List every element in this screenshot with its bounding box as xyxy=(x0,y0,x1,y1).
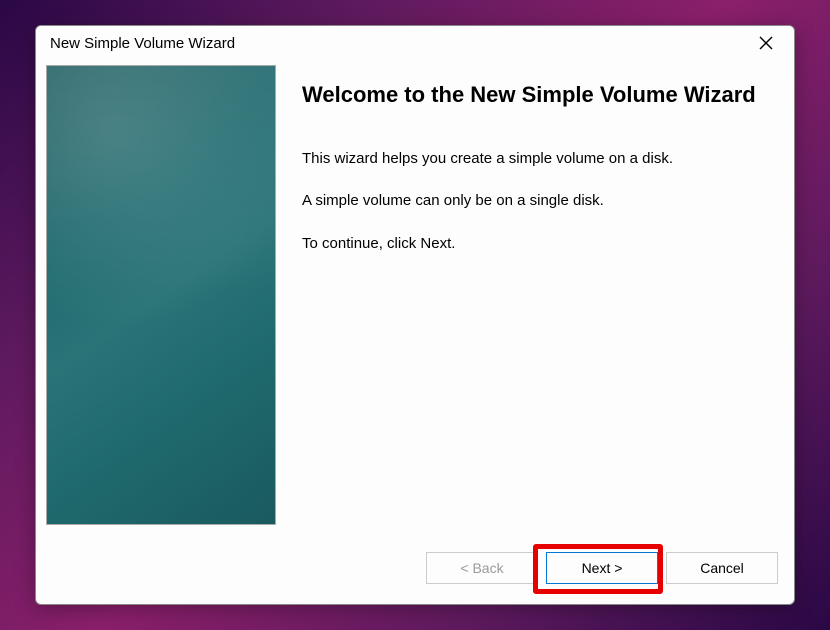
content-area: Welcome to the New Simple Volume Wizard … xyxy=(36,60,794,544)
title-bar: New Simple Volume Wizard xyxy=(36,26,794,60)
button-row: < Back Next > Cancel xyxy=(36,544,794,604)
wizard-dialog: New Simple Volume Wizard Welcome to the … xyxy=(35,25,795,605)
close-icon xyxy=(759,36,773,50)
wizard-main-panel: Welcome to the New Simple Volume Wizard … xyxy=(276,65,784,544)
wizard-heading: Welcome to the New Simple Volume Wizard xyxy=(302,81,764,110)
wizard-description-2: A simple volume can only be on a single … xyxy=(302,190,764,213)
dialog-title: New Simple Volume Wizard xyxy=(50,35,235,52)
wizard-description-1: This wizard helps you create a simple vo… xyxy=(302,148,764,171)
wizard-side-graphic xyxy=(46,65,276,525)
next-button[interactable]: Next > xyxy=(546,552,658,584)
wizard-instruction: To continue, click Next. xyxy=(302,233,764,256)
cancel-button[interactable]: Cancel xyxy=(666,552,778,584)
back-button: < Back xyxy=(426,552,538,584)
close-button[interactable] xyxy=(750,28,782,58)
